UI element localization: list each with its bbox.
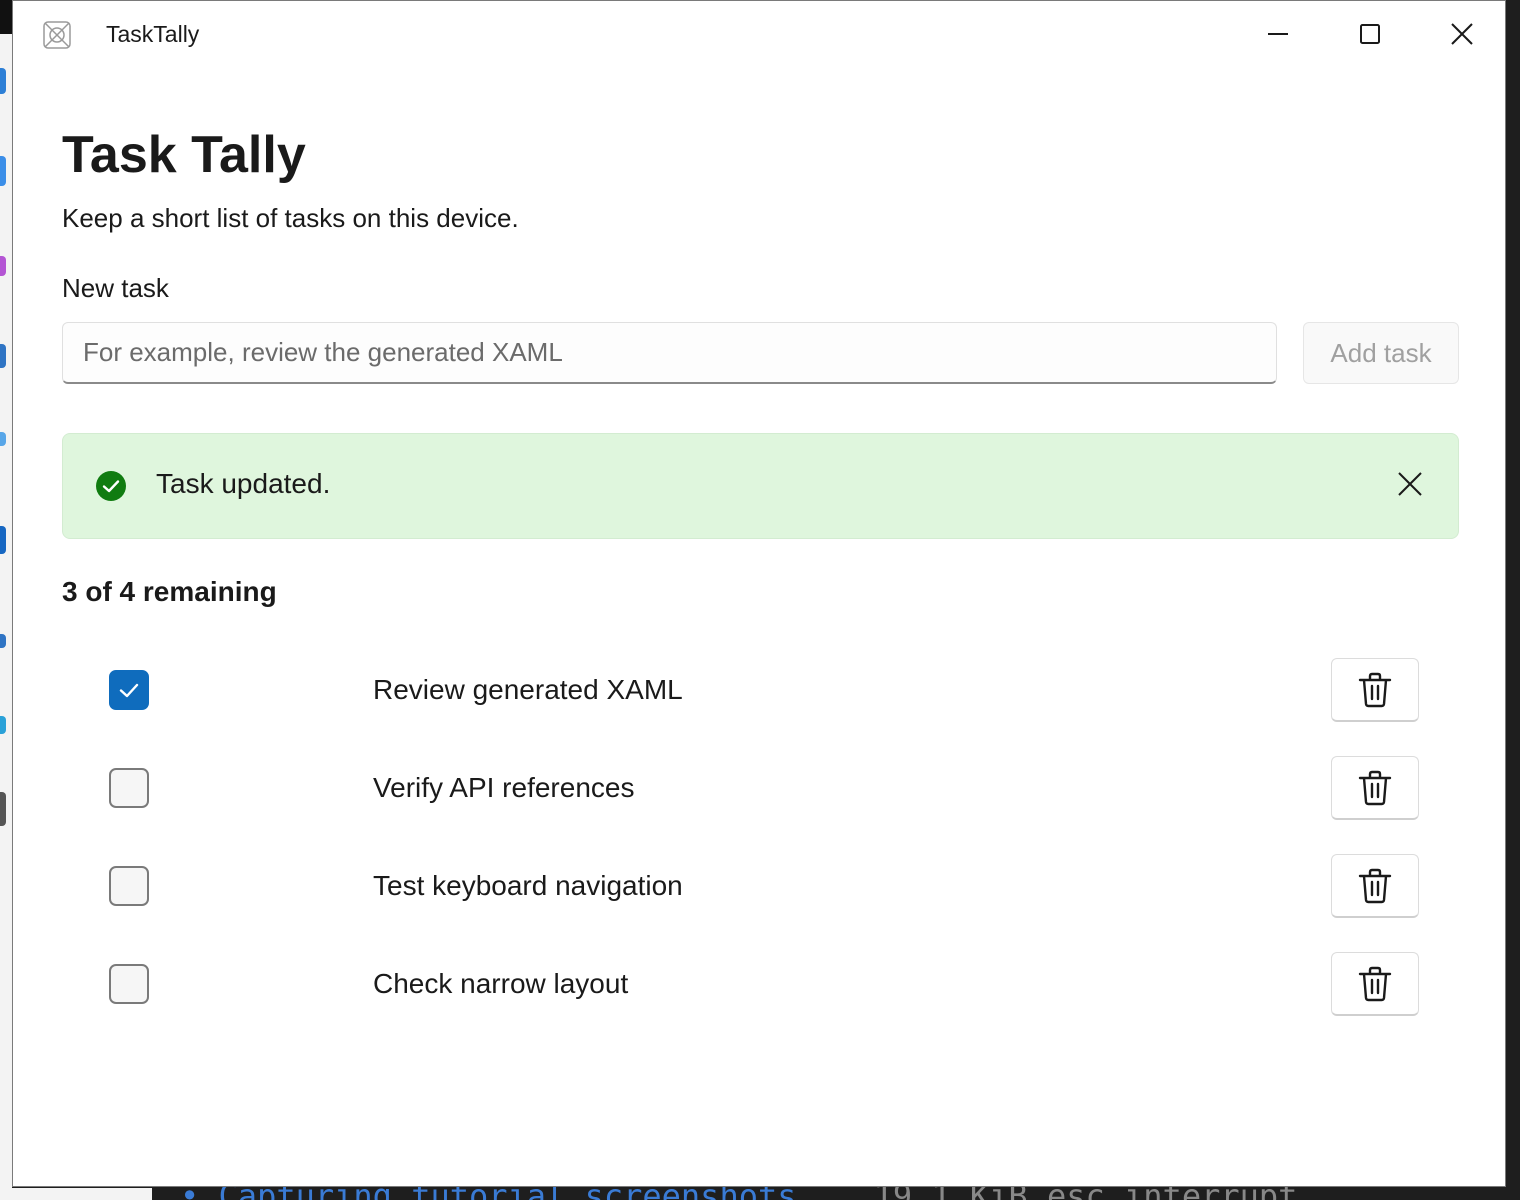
dock-app-icon bbox=[0, 68, 6, 94]
background-bottom-left bbox=[12, 1188, 152, 1200]
app-icon bbox=[43, 21, 71, 49]
window-title: TaskTally bbox=[106, 21, 200, 47]
task-row: Review generated XAML bbox=[62, 658, 1459, 724]
close-window-button[interactable] bbox=[1416, 1, 1508, 67]
new-task-label: New task bbox=[62, 273, 169, 303]
page-subtitle: Keep a short list of tasks on this devic… bbox=[62, 203, 519, 233]
app-window: TaskTally Task Tally Keep a short list o… bbox=[12, 0, 1506, 1187]
background-left-top bbox=[0, 0, 12, 34]
minimize-icon bbox=[1268, 33, 1288, 35]
delete-task-button[interactable] bbox=[1331, 952, 1419, 1016]
dock-app-icon bbox=[0, 526, 6, 554]
task-label: Check narrow layout bbox=[373, 968, 629, 999]
new-task-input[interactable] bbox=[62, 322, 1277, 384]
info-bar: Task updated. bbox=[62, 433, 1459, 539]
dock-app-icon bbox=[0, 634, 6, 648]
add-task-button[interactable]: Add task bbox=[1303, 322, 1459, 384]
trash-icon bbox=[1358, 966, 1392, 1001]
minimize-button[interactable] bbox=[1232, 1, 1324, 67]
dock-app-icon bbox=[0, 792, 6, 826]
task-checkbox[interactable] bbox=[109, 866, 149, 906]
close-icon bbox=[1451, 23, 1473, 45]
task-checkbox[interactable] bbox=[109, 670, 149, 710]
maximize-button[interactable] bbox=[1324, 1, 1416, 67]
delete-task-button[interactable] bbox=[1331, 854, 1419, 918]
dock-app-icon bbox=[0, 344, 6, 368]
task-label: Review generated XAML bbox=[373, 674, 683, 705]
check-circle-icon bbox=[95, 470, 127, 502]
task-row: Verify API references bbox=[62, 756, 1459, 822]
task-checkbox[interactable] bbox=[109, 768, 149, 808]
close-icon bbox=[1398, 472, 1422, 496]
delete-task-button[interactable] bbox=[1331, 658, 1419, 722]
task-label: Test keyboard navigation bbox=[373, 870, 683, 901]
task-row: Test keyboard navigation bbox=[62, 854, 1459, 920]
task-checkbox[interactable] bbox=[109, 964, 149, 1004]
task-label: Verify API references bbox=[373, 772, 635, 803]
checkmark-icon bbox=[119, 683, 139, 698]
task-row: Check narrow layout bbox=[62, 952, 1459, 1018]
title-bar[interactable]: TaskTally bbox=[13, 1, 1505, 67]
dock-app-icon bbox=[0, 256, 6, 276]
trash-icon bbox=[1358, 770, 1392, 805]
delete-task-button[interactable] bbox=[1331, 756, 1419, 820]
dock-app-icon bbox=[0, 716, 6, 734]
trash-icon bbox=[1358, 868, 1392, 903]
dock-app-icon bbox=[0, 156, 6, 186]
info-bar-close-button[interactable] bbox=[1390, 464, 1430, 504]
page-title: Task Tally bbox=[62, 126, 306, 184]
trash-icon bbox=[1358, 672, 1392, 707]
maximize-icon bbox=[1360, 24, 1380, 44]
dock-app-icon bbox=[0, 432, 6, 446]
info-bar-message: Task updated. bbox=[156, 468, 331, 499]
remaining-count: 3 of 4 remaining bbox=[62, 576, 277, 607]
